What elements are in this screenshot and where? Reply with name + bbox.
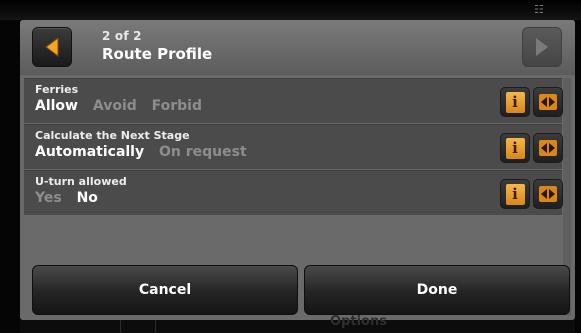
info-button[interactable]: i [500, 179, 530, 209]
status-bar: ☷ [0, 0, 581, 20]
option-yes[interactable]: Yes [35, 190, 62, 206]
divider [155, 320, 156, 333]
info-icon: i [505, 91, 525, 113]
setting-title: Ferries [35, 83, 79, 96]
previous-page-button[interactable] [32, 27, 72, 67]
page-title: Route Profile [102, 45, 213, 63]
setting-row-ferries: Ferries Allow Avoid Forbid i [24, 78, 563, 123]
setting-row-next-stage: Calculate the Next Stage Automatically O… [24, 124, 563, 169]
toggle-option-button[interactable] [533, 87, 563, 117]
info-icon: i [505, 137, 525, 159]
dialog-header: 2 of 2 Route Profile [20, 20, 575, 75]
toggle-option-button[interactable] [533, 133, 563, 163]
option-no[interactable]: No [77, 190, 98, 206]
toggle-arrows-icon [539, 94, 557, 110]
right-arrow-icon [536, 38, 548, 56]
option-on-request[interactable]: On request [159, 144, 247, 160]
cancel-button[interactable]: Cancel [32, 265, 298, 315]
option-allow[interactable]: Allow [35, 98, 78, 114]
option-automatically[interactable]: Automatically [35, 144, 144, 160]
route-profile-dialog: 2 of 2 Route Profile Ferries Allow Avoid… [20, 20, 575, 320]
left-arrow-icon [45, 37, 59, 57]
setting-row-u-turn: U-turn allowed Yes No i [24, 170, 563, 215]
gps-signal-icon: ☷ [534, 3, 544, 16]
divider [120, 320, 121, 333]
page-counter: 2 of 2 [102, 29, 142, 43]
options-label: Options [330, 314, 387, 329]
setting-title: U-turn allowed [35, 175, 127, 188]
done-button[interactable]: Done [304, 265, 570, 315]
toggle-option-button[interactable] [533, 179, 563, 209]
info-icon: i [505, 183, 525, 205]
setting-options: Yes No [35, 190, 108, 206]
setting-options: Automatically On request [35, 144, 257, 160]
header-text: 2 of 2 Route Profile [102, 29, 212, 63]
info-button[interactable]: i [500, 133, 530, 163]
toggle-arrows-icon [539, 140, 557, 156]
device-bezel: ☷ 2 of 2 Route Profile Ferries Allow Avo… [0, 0, 581, 333]
setting-title: Calculate the Next Stage [35, 129, 190, 142]
background-menu-bar: Options [20, 314, 575, 333]
setting-options: Allow Avoid Forbid [35, 98, 212, 114]
option-avoid[interactable]: Avoid [93, 98, 137, 114]
option-forbid[interactable]: Forbid [152, 98, 202, 114]
toggle-arrows-icon [539, 186, 557, 202]
info-button[interactable]: i [500, 87, 530, 117]
next-page-button[interactable] [522, 27, 562, 67]
